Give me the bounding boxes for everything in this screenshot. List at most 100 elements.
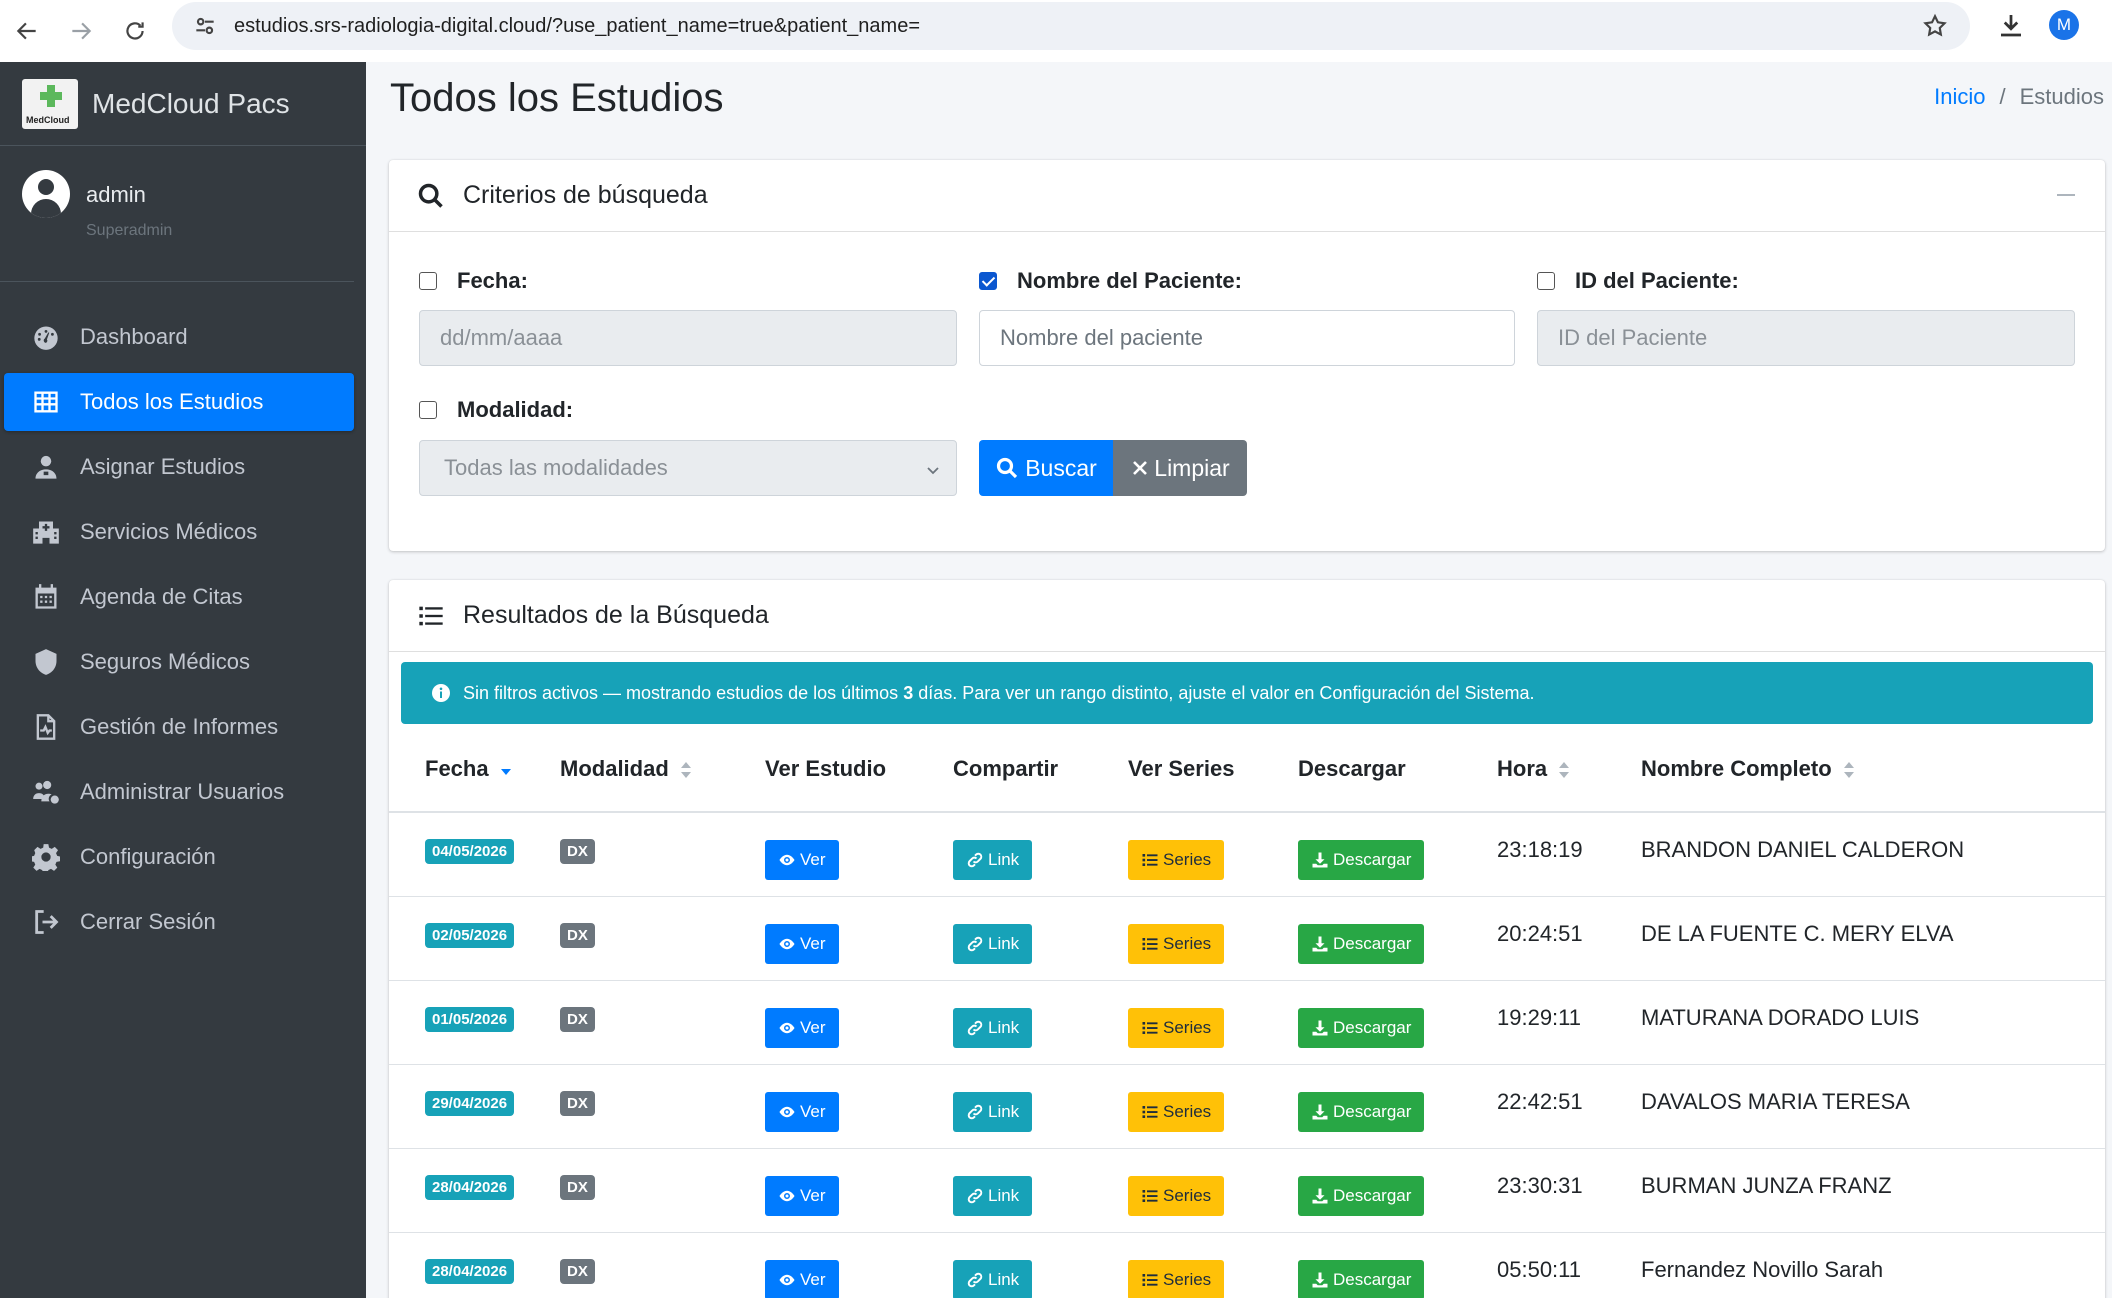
sidebar-item-asignar-estudios[interactable]: Asignar Estudios	[4, 438, 354, 496]
sidebar-menu: Dashboard Todos los Estudios Asignar Est…	[0, 282, 366, 951]
profile-avatar[interactable]: M	[2049, 10, 2079, 40]
sidebar-item-servicios-medicos[interactable]: Servicios Médicos	[4, 503, 354, 561]
hora-cell: 23:30:31	[1497, 1173, 1583, 1198]
ver-button[interactable]: Ver	[765, 924, 839, 964]
link-button[interactable]: Link	[953, 1176, 1033, 1216]
sidebar-item-configuracion[interactable]: Configuración	[4, 828, 354, 886]
sidebar-item-todos-los-estudios[interactable]: Todos los Estudios	[4, 373, 354, 431]
series-label: Series	[1163, 1186, 1212, 1205]
modalidad-badge: DX	[560, 1259, 595, 1284]
col-fecha[interactable]: Fecha	[389, 726, 560, 813]
list-icon	[1142, 1190, 1158, 1202]
ver-button[interactable]: Ver	[765, 1008, 839, 1048]
modalidad-checkbox[interactable]	[419, 401, 437, 419]
descargar-button[interactable]: Descargar	[1298, 924, 1425, 964]
address-bar[interactable]: estudios.srs-radiologia-digital.cloud/?u…	[172, 2, 1970, 50]
breadcrumb-home-link[interactable]: Inicio	[1934, 84, 1985, 110]
descargar-button[interactable]: Descargar	[1298, 840, 1425, 881]
descargar-label: Descargar	[1333, 1018, 1412, 1037]
ver-button[interactable]: Ver	[765, 1176, 839, 1216]
breadcrumb-separator: /	[1999, 84, 2006, 109]
ver-button[interactable]: Ver	[765, 1260, 839, 1298]
fecha-checkbox[interactable]	[419, 272, 437, 290]
series-button[interactable]: Series	[1128, 1092, 1225, 1132]
modalidad-value: Todas las modalidades	[444, 455, 668, 480]
col-modalidad[interactable]: Modalidad	[560, 726, 765, 813]
back-button[interactable]	[0, 4, 54, 58]
list-icon	[1142, 1274, 1158, 1286]
sidebar-item-dashboard[interactable]: Dashboard	[4, 308, 354, 366]
fecha-badge: 02/05/2026	[425, 923, 515, 948]
collapse-minus-icon[interactable]	[2057, 194, 2075, 196]
alert-text-pre: Sin filtros activos — mostrando estudios…	[463, 682, 899, 703]
series-button[interactable]: Series	[1128, 924, 1225, 964]
list-icon	[1142, 938, 1158, 950]
download-icon	[1312, 1188, 1328, 1204]
close-icon	[1133, 461, 1148, 475]
link-button[interactable]: Link	[953, 1008, 1033, 1048]
link-icon	[967, 1104, 983, 1120]
nombre-checkbox[interactable]	[979, 272, 997, 290]
sidebar-item-cerrar-sesion[interactable]: Cerrar Sesión	[4, 893, 354, 951]
buscar-button[interactable]: Buscar	[979, 440, 1113, 496]
ver-button[interactable]: Ver	[765, 840, 839, 881]
series-button[interactable]: Series	[1128, 1176, 1225, 1216]
fecha-badge: 29/04/2026	[425, 1091, 515, 1116]
descargar-button[interactable]: Descargar	[1298, 1176, 1425, 1216]
nombre-input[interactable]: Nombre del paciente	[979, 310, 1515, 366]
user-name[interactable]: admin	[86, 182, 172, 208]
reload-button[interactable]	[108, 4, 162, 58]
sidebar-item-agenda-de-citas[interactable]: Agenda de Citas	[4, 568, 354, 626]
shield-icon	[35, 649, 57, 675]
fecha-badge: 01/05/2026	[425, 1007, 515, 1032]
bookmark-star-icon[interactable]	[1922, 13, 1948, 39]
sidebar-item-gestion-de-informes[interactable]: Gestión de Informes	[4, 698, 354, 756]
sort-down-icon	[500, 768, 511, 775]
sidebar-item-administrar-usuarios[interactable]: Administrar Usuarios	[4, 763, 354, 821]
limpiar-label: Limpiar	[1154, 454, 1230, 481]
col-nombre-completo[interactable]: Nombre Completo	[1641, 726, 2105, 813]
fecha-filter[interactable]: Fecha:	[419, 268, 528, 294]
sign-out-icon	[35, 910, 59, 934]
nombre-label: Nombre del Paciente:	[1017, 268, 1242, 293]
modalidad-filter[interactable]: Modalidad:	[419, 397, 573, 423]
nombre-filter[interactable]: Nombre del Paciente:	[979, 268, 1242, 294]
id-input[interactable]: ID del Paciente	[1537, 310, 2075, 366]
search-icon	[997, 457, 1018, 479]
sidebar-item-label: Administrar Usuarios	[80, 779, 285, 804]
link-icon	[967, 1020, 983, 1036]
series-button[interactable]: Series	[1128, 1260, 1225, 1298]
link-button[interactable]: Link	[953, 1092, 1033, 1132]
id-checkbox[interactable]	[1537, 272, 1555, 290]
modalidad-select[interactable]: Todas las modalidades	[419, 440, 957, 496]
series-button[interactable]: Series	[1128, 1008, 1225, 1048]
id-filter[interactable]: ID del Paciente:	[1537, 268, 1739, 294]
series-button[interactable]: Series	[1128, 840, 1225, 881]
modalidad-badge: DX	[560, 1007, 595, 1032]
site-settings-icon[interactable]	[192, 13, 218, 39]
fecha-placeholder: dd/mm/aaaa	[440, 325, 563, 350]
series-label: Series	[1163, 850, 1212, 870]
fecha-badge: 28/04/2026	[425, 1175, 515, 1200]
download-icon[interactable]	[1996, 10, 2026, 40]
brand-link[interactable]: MedCloud MedCloud Pacs	[0, 62, 366, 146]
link-label: Link	[988, 934, 1020, 953]
modalidad-badge: DX	[560, 923, 595, 948]
eye-icon	[779, 1022, 795, 1034]
fecha-input[interactable]: dd/mm/aaaa	[419, 310, 957, 366]
descargar-button[interactable]: Descargar	[1298, 1260, 1425, 1298]
sidebar-item-seguros-medicos[interactable]: Seguros Médicos	[4, 633, 354, 691]
ver-button[interactable]: Ver	[765, 1092, 839, 1132]
calendar-icon	[35, 584, 57, 609]
user-avatar-icon	[22, 170, 70, 218]
link-button[interactable]: Link	[953, 840, 1033, 881]
link-button[interactable]: Link	[953, 924, 1033, 964]
descargar-button[interactable]: Descargar	[1298, 1092, 1425, 1132]
limpiar-button[interactable]: Limpiar	[1113, 440, 1247, 496]
link-button[interactable]: Link	[953, 1260, 1033, 1298]
descargar-button[interactable]: Descargar	[1298, 1008, 1425, 1048]
col-hora[interactable]: Hora	[1497, 726, 1641, 813]
table-row: 28/04/2026 DX Ver Link Series Descargar …	[389, 1232, 2105, 1298]
forward-button[interactable]	[54, 4, 108, 58]
search-button-group: Buscar Limpiar	[979, 440, 1247, 496]
